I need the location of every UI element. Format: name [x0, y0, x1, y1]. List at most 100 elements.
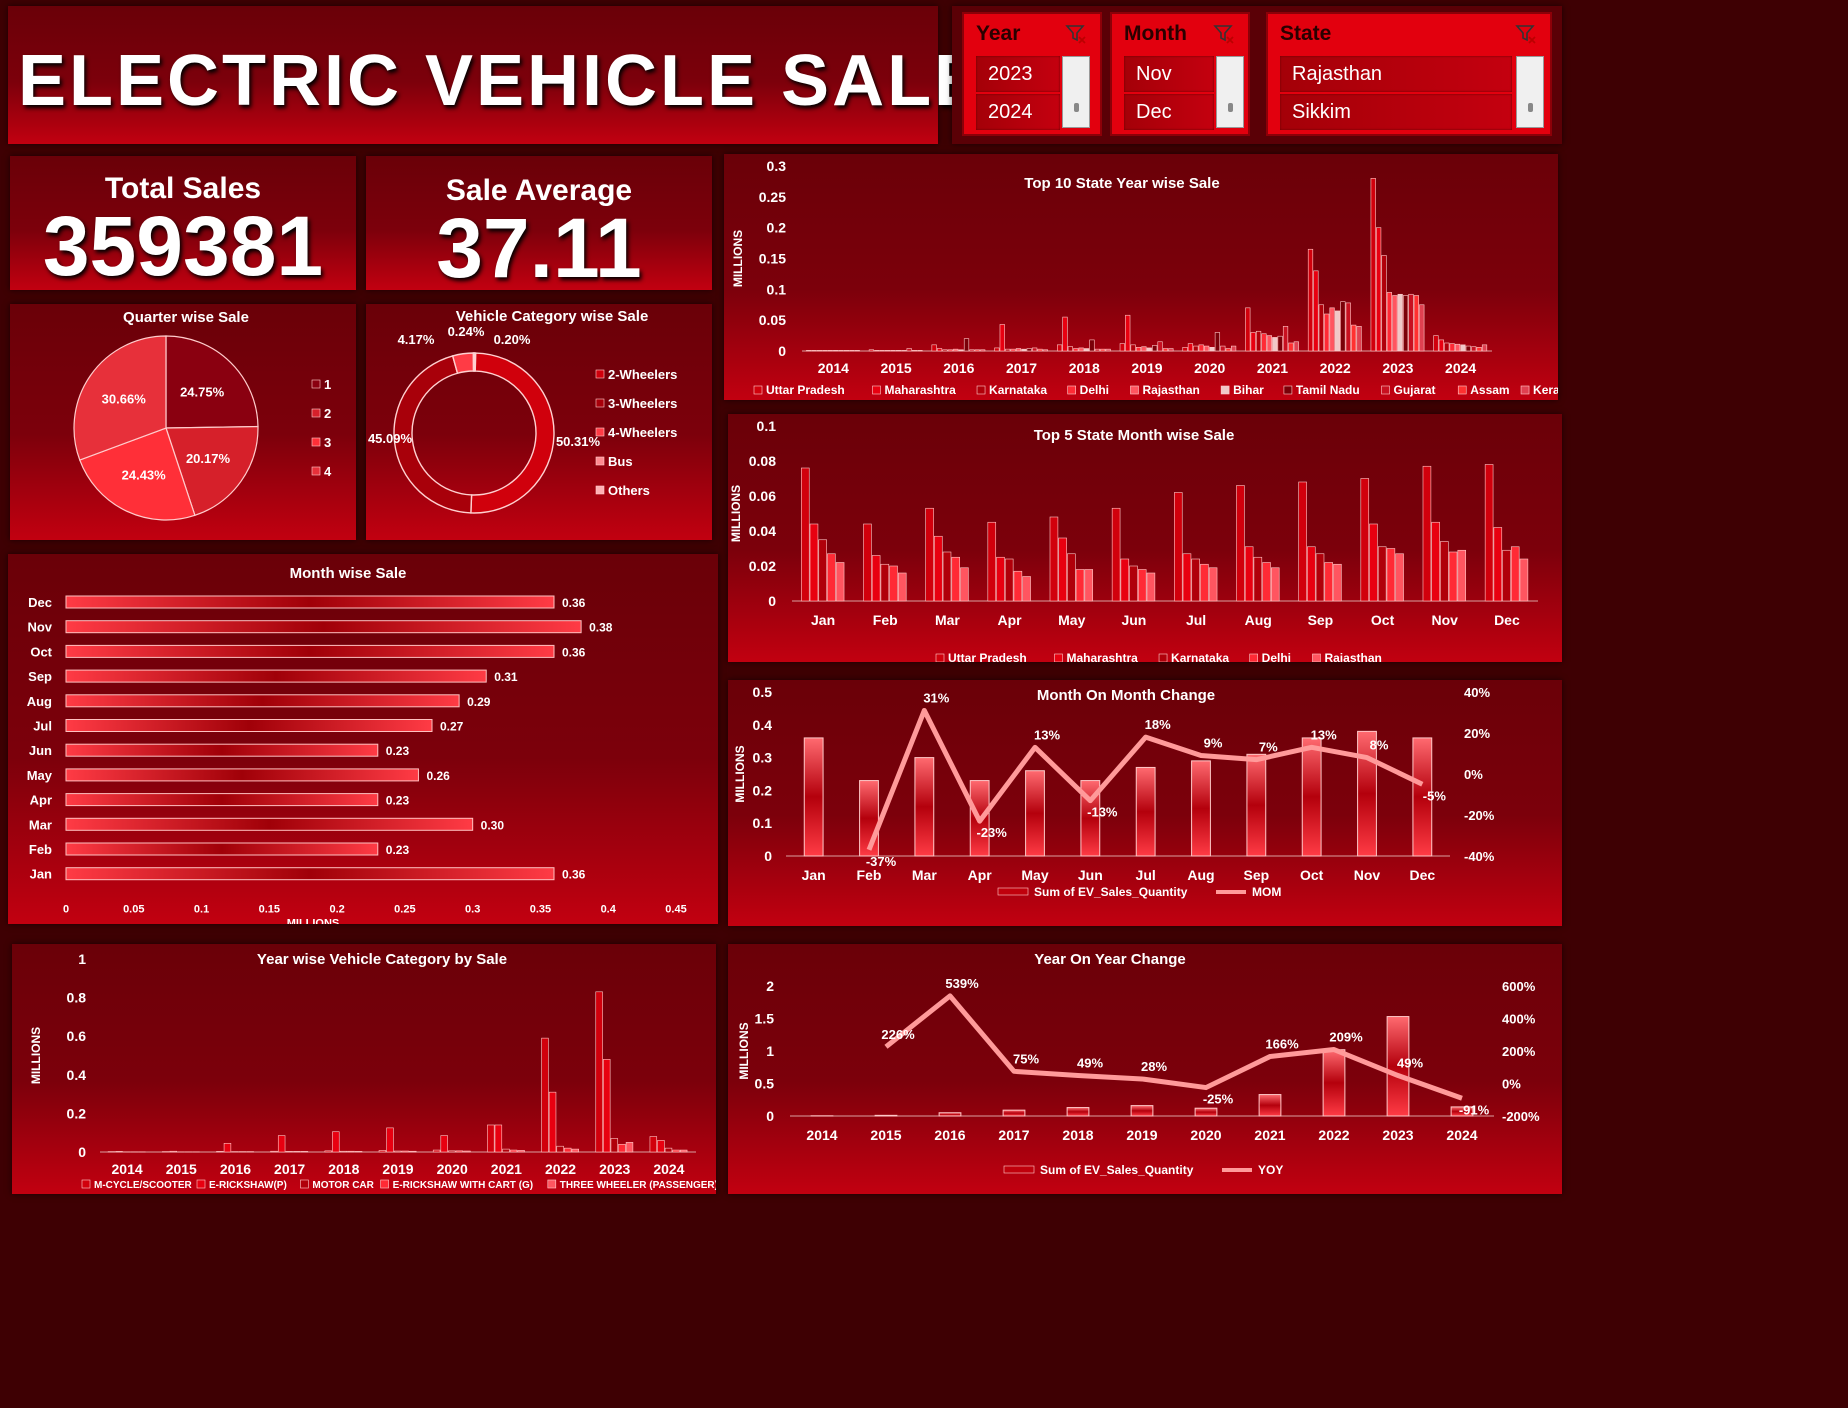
bar-2023-7: [1408, 293, 1414, 352]
filter-clear-icon[interactable]: [1514, 22, 1538, 46]
bar-Apr-3: [1013, 570, 1023, 602]
legend-item: Rajasthan: [1324, 651, 1381, 662]
sale-average-value: 37.11: [436, 201, 642, 295]
category-label: Mar: [912, 867, 937, 883]
legend-swatch: [1220, 385, 1230, 395]
month-option-nov[interactable]: Nov: [1124, 56, 1214, 92]
bar-Sep: [1246, 753, 1267, 857]
bar-Jul-1: [1182, 553, 1192, 602]
bar-Aug-1: [1244, 546, 1254, 602]
bar-2022-5: [1334, 310, 1341, 352]
month-slicer[interactable]: Month Nov Dec: [1110, 12, 1250, 136]
category-label: 2020: [437, 1161, 468, 1177]
bar-2023-9: [1419, 304, 1425, 352]
y-tick-label: 0.06: [749, 488, 776, 504]
y-tick-label: 0.02: [749, 558, 776, 574]
category-label: Jul: [1136, 867, 1156, 883]
bar-2022-4: [1329, 307, 1335, 352]
y2-tick-label: 0%: [1464, 767, 1483, 782]
y-tick-label: 0.3: [753, 750, 773, 766]
state-slicer[interactable]: State Rajasthan Sikkim: [1266, 12, 1552, 136]
legend-item: 3-Wheelers: [608, 396, 677, 411]
bar-Dec-1: [1493, 527, 1503, 602]
bar-2017-5: [1021, 348, 1027, 352]
chart-title: Month On Month Change: [1037, 687, 1215, 704]
category-label: Feb: [29, 842, 52, 857]
bar-2015-1: [874, 350, 880, 352]
bar-2024-3: [1449, 343, 1455, 352]
bar-may: [65, 768, 419, 782]
line-data-label: -23%: [976, 825, 1007, 840]
bar-2024-6: [1465, 345, 1471, 352]
bar-2017-0: [270, 1150, 278, 1153]
bar-2019-3: [1135, 347, 1142, 352]
category-label: Apr: [968, 867, 993, 883]
bar-Jan: [803, 737, 824, 857]
data-label: 45.09%: [368, 431, 413, 446]
category-label: Sep: [1243, 867, 1269, 883]
bar-2023-2: [1381, 255, 1387, 352]
category-label: Oct: [30, 644, 52, 659]
y-tick-label: 1: [766, 1043, 774, 1059]
bar-May-0: [1049, 516, 1059, 602]
month-scrollbar[interactable]: [1216, 56, 1244, 128]
y-tick-label: 0.2: [753, 782, 773, 798]
bar-2020-3: [1198, 344, 1204, 352]
data-label: 0.23: [386, 794, 410, 808]
bar-2018-9: [1105, 348, 1111, 352]
month-option-dec[interactable]: Dec: [1124, 94, 1214, 130]
category-label: Aug: [27, 694, 52, 709]
y2-tick-label: 20%: [1464, 726, 1490, 741]
bar-aug: [65, 694, 460, 708]
bar-2024-2: [664, 1147, 673, 1153]
year-option-2024[interactable]: 2024: [976, 94, 1060, 130]
state-scrollbar[interactable]: [1516, 56, 1544, 128]
line-data-label: 13%: [1034, 727, 1060, 742]
legend-swatch: [976, 385, 986, 395]
y-tick-label: 0.4: [753, 717, 773, 733]
line-data-label: 166%: [1265, 1037, 1299, 1052]
legend-item: Uttar Pradesh: [766, 383, 845, 397]
state-option-sikkim[interactable]: Sikkim: [1280, 94, 1512, 130]
bar-May: [1025, 770, 1045, 857]
legend-item: Maharashtra: [884, 383, 956, 397]
category-label: Feb: [873, 612, 898, 628]
bar-Dec-2: [1502, 549, 1511, 602]
y-tick-label: 0: [78, 1144, 86, 1160]
bar-2024-3: [672, 1149, 680, 1153]
bar-2017-7: [1032, 347, 1038, 352]
bar-2019-0: [378, 1150, 387, 1153]
year-scrollbar[interactable]: [1062, 56, 1090, 128]
legend-swatch: [595, 485, 605, 495]
bar-2016-2: [942, 349, 948, 352]
legend-item: Delhi: [1262, 651, 1291, 662]
legend-swatch: [1130, 385, 1139, 395]
category-label: 2019: [1131, 360, 1162, 376]
top5-chart-panel: Top 5 State Month wise Sale 0 0.02 0.04 0.06…: [728, 414, 1562, 665]
mom-chart-panel: Month On Month Change 0 0.1 0.2 0.3 0.4 0.5 -40…: [728, 680, 1562, 926]
year-option-2023[interactable]: 2023: [976, 56, 1060, 92]
data-label: 0.36: [562, 868, 586, 882]
legend-item: Bihar: [1233, 383, 1264, 397]
bar-2017-1: [999, 324, 1005, 352]
y-tick-label: 0.3: [767, 158, 787, 174]
legend-swatch: [595, 456, 605, 466]
filter-clear-icon[interactable]: [1064, 22, 1088, 46]
bar-2021-0: [487, 1124, 495, 1153]
bar-2023-8: [1413, 295, 1419, 352]
bar-2015-2: [879, 350, 885, 352]
filter-clear-icon[interactable]: [1212, 22, 1236, 46]
bar-2022-3: [564, 1147, 572, 1153]
bar-2020-4: [1204, 345, 1210, 352]
year-slicer[interactable]: Year 2023 2024: [962, 12, 1102, 136]
bar-2015: [874, 1114, 898, 1117]
line-data-label: 209%: [1329, 1030, 1363, 1045]
bar-oct: [65, 644, 555, 658]
bar-Mar-0: [925, 507, 934, 602]
total-sales-value: 359381: [42, 199, 324, 293]
y-tick-label: 0.1: [767, 281, 787, 297]
state-option-rajasthan[interactable]: Rajasthan: [1280, 56, 1512, 92]
bar-2024-1: [657, 1140, 665, 1153]
legend-swatch: [1054, 653, 1063, 663]
line-data-label: 7%: [1259, 740, 1278, 755]
